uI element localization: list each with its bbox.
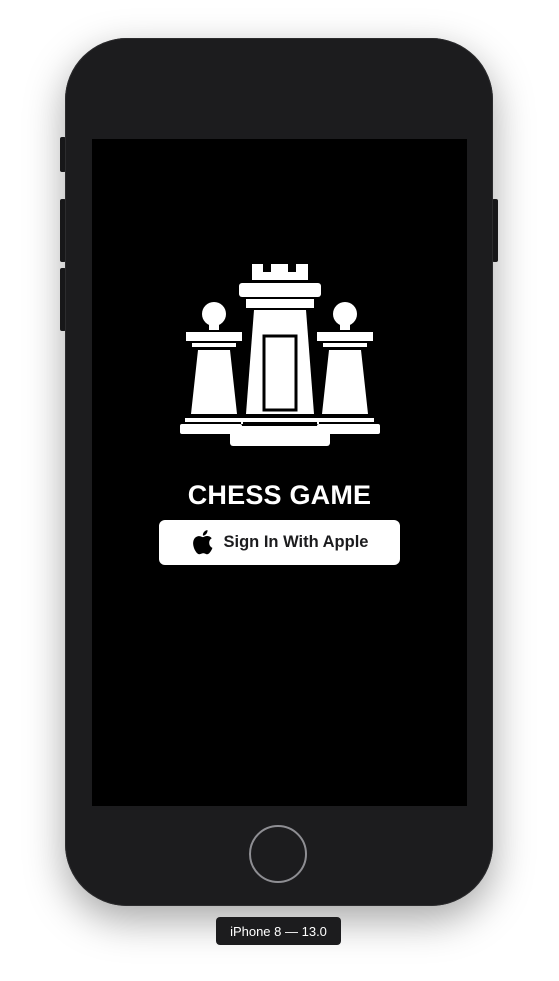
app-screen: CHESS GAME Sign In With Apple <box>92 139 467 806</box>
simulator-device-label: iPhone 8 — 13.0 <box>216 917 341 945</box>
sign-in-with-apple-button[interactable]: Sign In With Apple <box>159 520 400 565</box>
home-button[interactable] <box>249 825 307 883</box>
chess-rooks-pawns-icon <box>180 264 380 446</box>
app-title: CHESS GAME <box>187 480 372 510</box>
apple-logo-icon <box>192 529 212 554</box>
sign-in-with-apple-label: Sign In With Apple <box>223 533 369 551</box>
